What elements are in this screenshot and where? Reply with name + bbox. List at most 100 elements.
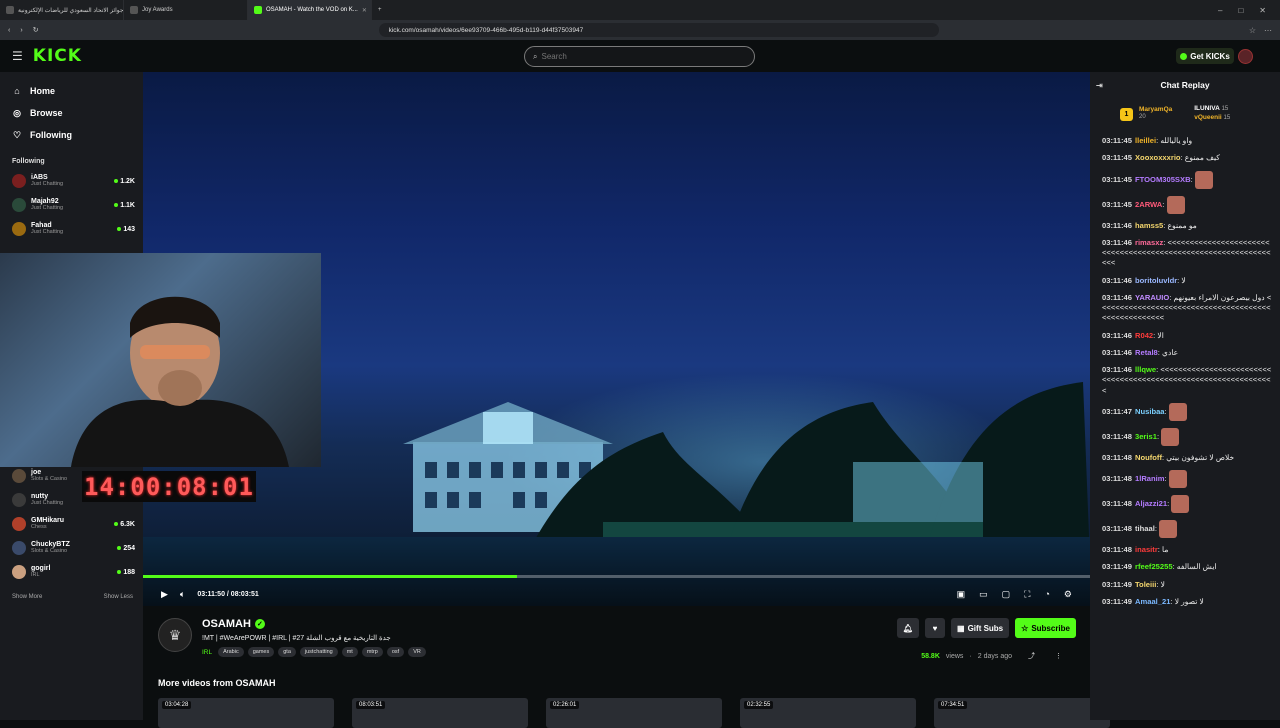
sidebar-channel[interactable]: Majah92 Just Chatting 1.1K <box>0 193 143 217</box>
message-username[interactable]: Xooxoxxxrio <box>1135 153 1181 162</box>
show-less-button[interactable]: Show Less <box>104 594 133 600</box>
message-username[interactable]: Nusibaa <box>1135 407 1165 416</box>
channel-name[interactable]: OSAMAH ✓ <box>202 618 265 630</box>
get-kicks-button[interactable]: Get KICKs <box>1176 48 1234 64</box>
settings-gear-icon[interactable]: ⚙ <box>1064 589 1072 600</box>
message-username[interactable]: 3eris1 <box>1135 432 1157 441</box>
message-username[interactable]: tihaal <box>1135 524 1155 533</box>
extensions-icon[interactable]: ⋯ <box>1264 26 1272 35</box>
sidebar-channel[interactable]: GMHikaru Chess 6.3K <box>0 512 143 536</box>
chat-message: 03:11:46 Retal8: عادي <box>1102 348 1272 358</box>
speed-icon[interactable]: ◔ <box>1044 589 1049 600</box>
tag-chip[interactable]: VR <box>408 647 426 657</box>
message-username[interactable]: Aljazzi21 <box>1135 499 1167 508</box>
message-username[interactable]: lllqwe <box>1135 365 1156 374</box>
nav-home[interactable]: ⌂ Home <box>0 80 143 102</box>
video-thumbnail[interactable]: 02:32:55 <box>740 698 916 728</box>
message-username[interactable]: Noufoff <box>1135 453 1162 462</box>
search-box[interactable]: ⌕ <box>524 46 755 67</box>
message-username[interactable]: lleillei <box>1135 136 1156 145</box>
user-avatar[interactable] <box>1238 49 1253 64</box>
tag-chip[interactable]: mt <box>341 647 358 657</box>
message-time: 03:11:46 <box>1102 292 1132 302</box>
channel-avatar[interactable]: ♛ <box>158 618 192 652</box>
close-tab-icon[interactable]: ✕ <box>362 7 367 14</box>
chat-message: 03:11:48 Aljazzi21: <box>1102 495 1272 513</box>
nav-browse[interactable]: ◎ Browse <box>0 102 143 124</box>
follow-button[interactable]: ♥ <box>925 618 946 638</box>
volume-icon[interactable]: 🔈︎ <box>180 589 185 600</box>
forward-icon[interactable]: › <box>20 27 22 34</box>
bookmark-icon[interactable]: ☆ <box>1249 26 1256 35</box>
browser-tab-active[interactable]: OSAMAH - Watch the VOD on K... ✕ <box>248 0 372 20</box>
more-options-icon[interactable]: ⋮ <box>1055 652 1062 660</box>
browser-tab[interactable]: Joy Awards <box>124 0 248 20</box>
tag-chip[interactable]: osf <box>386 647 405 657</box>
channel-category: Just Chatting <box>31 228 64 235</box>
maximize-icon[interactable]: □ <box>1238 6 1243 15</box>
category-link[interactable]: IRL <box>202 649 212 656</box>
message-username[interactable]: R042 <box>1135 331 1153 340</box>
message-username[interactable]: inasitr <box>1135 545 1158 554</box>
chat-message: 03:11:49 Amaal_21: لا تصور لا <box>1102 597 1272 607</box>
minimize-icon[interactable]: – <box>1218 6 1222 15</box>
message-username[interactable]: Toleiii <box>1135 580 1156 589</box>
tag-chip[interactable]: Arabic <box>218 647 244 657</box>
message-username[interactable]: Retal8 <box>1135 348 1158 357</box>
video-scene-palms <box>523 382 1090 562</box>
nav-following[interactable]: ♡ Following <box>0 124 143 146</box>
tag-chip[interactable]: gta <box>278 647 296 657</box>
video-thumbnail[interactable]: 02:26:01 <box>546 698 722 728</box>
video-thumbnail[interactable]: 03:04:28 <box>158 698 334 728</box>
tag-chip[interactable]: mtrp <box>361 647 383 657</box>
emote-icon <box>1159 520 1178 538</box>
hamburger-menu-icon[interactable]: ☰ <box>12 49 23 63</box>
message-username[interactable]: 1lRanim <box>1135 474 1165 483</box>
video-progress-track[interactable] <box>143 575 1090 578</box>
collapse-chat-icon[interactable]: ⇥ <box>1096 81 1103 90</box>
sidebar-channel[interactable]: gogirl IRL 188 <box>0 560 143 584</box>
message-username[interactable]: rfeef25255 <box>1135 562 1173 571</box>
sidebar-channel[interactable]: ChuckyBTZ Slots & Casino 254 <box>0 536 143 560</box>
emote-icon <box>1168 470 1187 488</box>
url-field[interactable]: kick.com/osamah/videos/6ee93709-466b-495… <box>378 23 939 37</box>
channel-text: Fahad Just Chatting <box>31 222 112 235</box>
new-tab-button[interactable]: + <box>372 0 392 20</box>
tag-chip[interactable]: justchatting <box>299 647 338 657</box>
reload-icon[interactable]: ↻ <box>33 26 39 34</box>
clip-icon[interactable]: ▣ <box>957 589 966 600</box>
search-input[interactable] <box>541 52 742 61</box>
star-icon: ☆ <box>1021 623 1029 633</box>
notifications-button[interactable]: 🔔︎ <box>896 618 920 638</box>
sidebar-channel[interactable]: Fahad Just Chatting 143 <box>0 217 143 241</box>
subscribe-button[interactable]: ☆ Subscribe <box>1015 618 1076 638</box>
view-count: 58.8K <box>921 652 940 660</box>
back-icon[interactable]: ‹ <box>8 27 10 34</box>
show-more-button[interactable]: Show More <box>12 594 42 600</box>
theater-mode-icon[interactable]: ▢ <box>1002 589 1011 600</box>
miniplayer-icon[interactable]: ▭ <box>979 589 988 600</box>
video-thumbnail[interactable]: 08:03:51 <box>352 698 528 728</box>
close-window-icon[interactable]: ✕ <box>1259 6 1266 15</box>
message-username[interactable]: 2ARWA <box>1135 200 1162 209</box>
message-username[interactable]: FTOOM305SXB <box>1135 175 1191 184</box>
share-icon[interactable]: ⤴ <box>1028 651 1035 661</box>
viewer-count-value: 1.2K <box>120 177 135 185</box>
play-icon[interactable]: ▶ <box>161 589 168 600</box>
message-username[interactable]: YARAUIO <box>1135 293 1169 302</box>
fullscreen-icon[interactable]: ⛶ <box>1024 589 1030 600</box>
message-username[interactable]: boritoluvldr <box>1135 276 1177 285</box>
message-username[interactable]: rimasxz <box>1135 238 1163 247</box>
tag-chip[interactable]: games <box>247 647 275 657</box>
following-heading: Following <box>12 158 45 165</box>
chat-message: 03:11:46 R042: الا <box>1102 331 1272 341</box>
browser-tab[interactable]: جوائز الاتحاد السعودي للرياضات الإلكترون… <box>0 0 124 20</box>
viewer-count: 6.3K <box>114 521 135 528</box>
video-thumbnail[interactable]: 07:34:51 <box>934 698 1110 728</box>
message-username[interactable]: hamss5 <box>1135 221 1163 230</box>
chat-message: 03:11:46 rimasxz: <<<<<<<<<<<<<<<<<<<<<<<… <box>1102 238 1272 269</box>
gift-subs-button[interactable]: ▦ Gift Subs <box>951 618 1010 638</box>
kick-logo[interactable]: KICK <box>33 46 82 66</box>
message-username[interactable]: Amaal_21 <box>1135 597 1170 606</box>
sidebar-channel[interactable]: iABS Just Chatting 1.2K <box>0 169 143 193</box>
